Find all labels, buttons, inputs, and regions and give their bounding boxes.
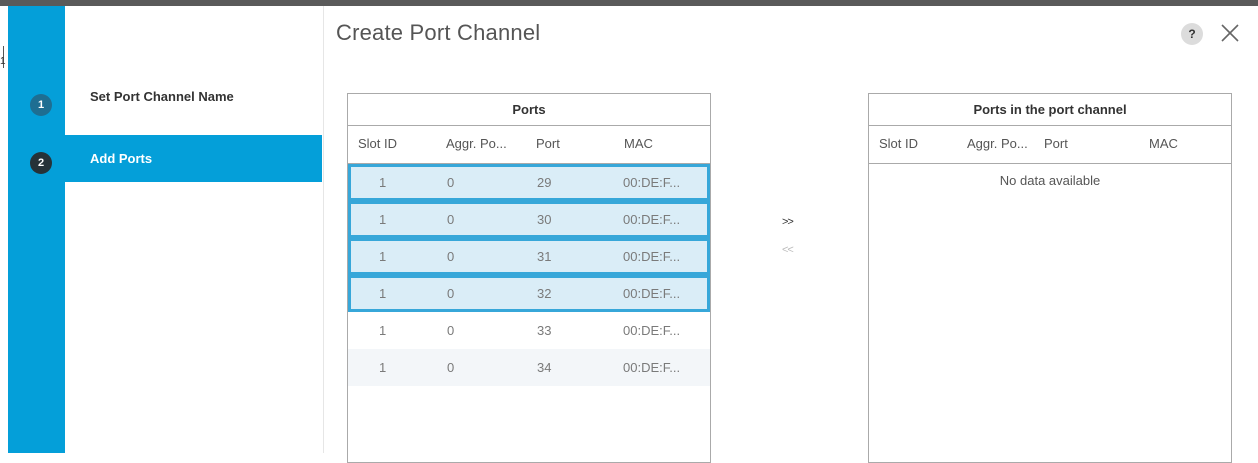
- step-set-port-channel-name[interactable]: Set Port Channel Name: [65, 73, 322, 120]
- cell-mac: 00:DE:F...: [623, 286, 681, 301]
- column-header-mac[interactable]: MAC: [624, 136, 653, 151]
- cell-port: 33: [537, 323, 552, 338]
- ports-table: Ports Slot ID Aggr. Po... Port MAC 1 0 2…: [347, 93, 711, 463]
- table-row[interactable]: 1 0 30 00:DE:F...: [348, 201, 710, 238]
- cell-mac: 00:DE:F...: [623, 212, 681, 227]
- help-button[interactable]: ?: [1181, 23, 1203, 45]
- step-1-number-badge[interactable]: 1: [30, 94, 52, 116]
- column-header-aggr-port[interactable]: Aggr. Po...: [446, 136, 507, 151]
- cell-slot-id: 1: [379, 212, 387, 227]
- column-header-port[interactable]: Port: [536, 136, 560, 151]
- cell-aggr-port: 0: [447, 286, 455, 301]
- cell-slot-id: 1: [379, 360, 387, 375]
- cell-mac: 00:DE:F...: [623, 360, 681, 375]
- step-add-ports[interactable]: Add Ports: [65, 135, 322, 182]
- table-row[interactable]: 1 0 29 00:DE:F...: [348, 164, 710, 201]
- close-button[interactable]: [1219, 22, 1241, 44]
- ports-table-header: Slot ID Aggr. Po... Port MAC: [348, 126, 710, 164]
- cell-slot-id: 1: [379, 286, 387, 301]
- dialog-title: Create Port Channel: [336, 20, 541, 45]
- column-header-mac[interactable]: MAC: [1149, 136, 1178, 151]
- step-2-number-badge[interactable]: 2: [30, 152, 52, 174]
- port-channel-table: Ports in the port channel Slot ID Aggr. …: [868, 93, 1232, 463]
- cell-slot-id: 1: [379, 323, 387, 338]
- remove-from-channel-button[interactable]: <<: [782, 244, 794, 256]
- table-row[interactable]: 1 0 34 00:DE:F...: [348, 349, 710, 386]
- empty-table-message: No data available: [999, 173, 1101, 188]
- column-header-port[interactable]: Port: [1044, 136, 1068, 151]
- table-row[interactable]: 1 0 32 00:DE:F...: [348, 275, 710, 312]
- cell-port: 34: [537, 360, 552, 375]
- cell-aggr-port: 0: [447, 249, 455, 264]
- cell-aggr-port: 0: [447, 360, 455, 375]
- wizard-steps-panel: Set Port Channel Name Add Ports: [65, 6, 324, 453]
- ports-table-title: Ports: [348, 94, 710, 126]
- column-header-slot-id[interactable]: Slot ID: [358, 136, 397, 151]
- column-header-aggr-port[interactable]: Aggr. Po...: [967, 136, 1028, 151]
- cell-slot-id: 1: [379, 249, 387, 264]
- background-window-edge: 1: [0, 6, 8, 453]
- column-header-slot-id[interactable]: Slot ID: [879, 136, 918, 151]
- cell-slot-id: 1: [379, 175, 387, 190]
- port-channel-table-title: Ports in the port channel: [869, 94, 1231, 126]
- cell-port: 30: [537, 212, 552, 227]
- cell-port: 29: [537, 175, 552, 190]
- cell-aggr-port: 0: [447, 175, 455, 190]
- cell-aggr-port: 0: [447, 212, 455, 227]
- table-row[interactable]: 1 0 31 00:DE:F...: [348, 238, 710, 275]
- step-indicator-bar: 1 2: [8, 6, 65, 453]
- cell-mac: 00:DE:F...: [623, 323, 681, 338]
- add-to-channel-button[interactable]: >>: [782, 216, 794, 228]
- cell-port: 31: [537, 249, 552, 264]
- port-channel-table-header: Slot ID Aggr. Po... Port MAC: [869, 126, 1231, 164]
- table-row[interactable]: 1 0 33 00:DE:F...: [348, 312, 710, 349]
- cell-port: 32: [537, 286, 552, 301]
- close-icon: [1221, 24, 1239, 42]
- edge-label: 1: [0, 56, 6, 67]
- cell-mac: 00:DE:F...: [623, 175, 681, 190]
- cell-mac: 00:DE:F...: [623, 249, 681, 264]
- cell-aggr-port: 0: [447, 323, 455, 338]
